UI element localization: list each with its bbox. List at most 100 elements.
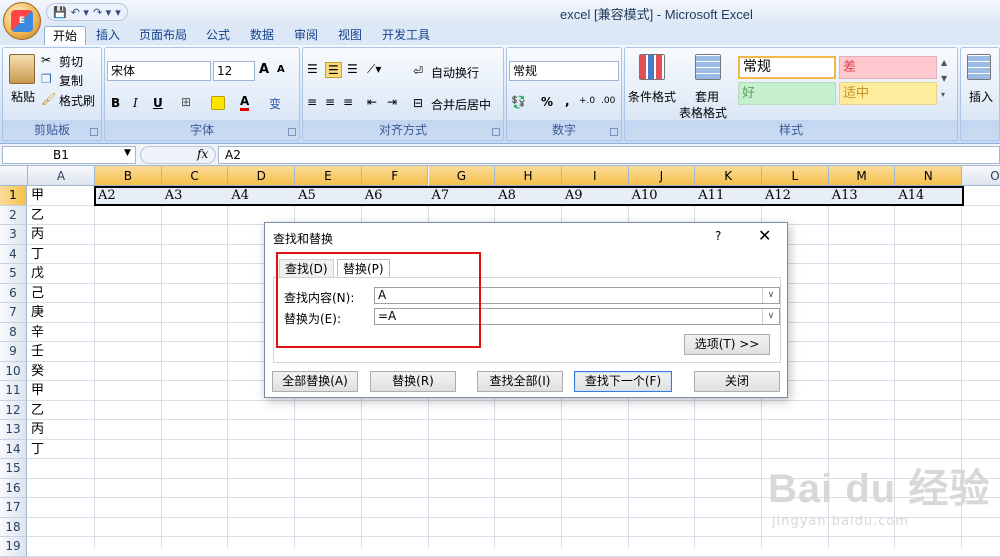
cell-N1[interactable]: A14 <box>895 186 924 205</box>
cell-A10[interactable]: 癸 <box>28 362 44 381</box>
column-header-F[interactable]: F <box>361 166 429 186</box>
dialog-close-button[interactable]: 关闭 <box>694 371 780 392</box>
column-header-N[interactable]: N <box>895 166 963 186</box>
copy-button[interactable]: 复制 <box>59 72 83 89</box>
styles-scroll-up-icon[interactable]: ▲ <box>941 58 947 67</box>
fill-color-icon[interactable] <box>211 96 225 110</box>
paste-icon[interactable] <box>9 54 35 84</box>
styles-more-icon[interactable]: ▾ <box>941 90 945 99</box>
align-center-icon[interactable]: ≡ <box>325 95 335 109</box>
cell-A1[interactable]: 甲 <box>28 186 44 205</box>
bold-button[interactable]: B <box>111 96 120 110</box>
conditional-format-button[interactable]: 条件格式 <box>628 88 676 105</box>
font-launcher-icon[interactable] <box>288 128 296 136</box>
name-box[interactable]: B1 <box>2 146 136 164</box>
tab-developer[interactable]: 开发工具 <box>374 26 438 45</box>
cell-M1[interactable]: A13 <box>829 186 858 205</box>
cell-A6[interactable]: 己 <box>28 284 44 303</box>
row-header-17[interactable]: 17 <box>0 498 27 518</box>
column-header-K[interactable]: K <box>695 166 762 186</box>
column-header-L[interactable]: L <box>762 166 829 186</box>
help-icon[interactable]: ? <box>715 229 721 243</box>
replace-all-button[interactable]: 全部替换(A) <box>272 371 358 392</box>
phonetic-button[interactable]: 变 <box>269 95 281 112</box>
cell-A2[interactable]: 乙 <box>28 206 44 225</box>
alignment-launcher-icon[interactable] <box>492 128 500 136</box>
wrap-text-icon[interactable]: ⏎ <box>413 64 423 78</box>
increase-decimal-button[interactable]: +.0 <box>579 96 595 106</box>
column-header-B[interactable]: B <box>95 166 162 186</box>
row-header-16[interactable]: 16 <box>0 478 27 498</box>
merge-center-icon[interactable]: ⊟ <box>413 96 423 110</box>
comma-button[interactable]: , <box>565 94 570 108</box>
redo-icon[interactable]: ↷ ▾ <box>93 6 111 19</box>
grow-font-button[interactable]: A <box>259 62 269 77</box>
cell-H1[interactable]: A8 <box>495 186 516 205</box>
column-header-H[interactable]: H <box>495 166 562 186</box>
cell-J1[interactable]: A10 <box>629 186 658 205</box>
column-header-I[interactable]: I <box>561 166 629 186</box>
percent-button[interactable]: % <box>541 95 553 109</box>
column-header-C[interactable]: C <box>161 166 229 186</box>
dialog-close-icon[interactable]: ✕ <box>758 226 771 245</box>
format-painter-button[interactable]: 格式刷 <box>59 92 95 109</box>
cell-A9[interactable]: 壬 <box>28 342 44 361</box>
paste-button[interactable]: 粘贴 <box>11 88 35 105</box>
row-header-11[interactable]: 11 <box>0 381 27 401</box>
font-color-button[interactable]: A <box>240 95 250 111</box>
cell-I1[interactable]: A9 <box>562 186 583 205</box>
format-painter-icon[interactable]: 🖌 <box>41 92 56 106</box>
style-bad[interactable]: 差 <box>839 56 937 79</box>
office-button[interactable]: E <box>3 2 41 40</box>
cell-A11[interactable]: 甲 <box>28 381 44 400</box>
align-left-icon[interactable]: ≡ <box>307 95 317 109</box>
replace-button[interactable]: 替换(R) <box>370 371 456 392</box>
cell-A12[interactable]: 乙 <box>28 401 44 420</box>
style-good[interactable]: 好 <box>738 82 836 105</box>
row-header-10[interactable]: 10 <box>0 361 27 381</box>
number-launcher-icon[interactable] <box>610 128 618 136</box>
column-header-M[interactable]: M <box>828 166 896 186</box>
border-icon[interactable]: ⊞ <box>181 95 191 109</box>
align-bottom-icon[interactable]: ☰ <box>347 62 358 76</box>
decrease-indent-icon[interactable]: ⇤ <box>367 95 377 109</box>
row-header-1[interactable]: 1 <box>0 186 27 206</box>
number-format-select[interactable]: 常规 <box>509 61 619 81</box>
cell-C1[interactable]: A3 <box>162 186 183 205</box>
cell-A14[interactable]: 丁 <box>28 440 44 459</box>
cell-K1[interactable]: A11 <box>695 186 724 205</box>
row-header-14[interactable]: 14 <box>0 439 27 459</box>
row-header-19[interactable]: 19 <box>0 537 27 557</box>
tab-data[interactable]: 数据 <box>242 26 282 45</box>
formula-input[interactable]: A2 <box>218 146 1000 164</box>
save-icon[interactable]: 💾 <box>53 6 67 19</box>
underline-button[interactable]: U <box>153 96 163 110</box>
row-header-13[interactable]: 13 <box>0 420 27 440</box>
cell-A8[interactable]: 辛 <box>28 323 44 342</box>
wrap-text-button[interactable]: 自动换行 <box>431 64 479 81</box>
row-header-6[interactable]: 6 <box>0 283 27 303</box>
format-as-table-icon[interactable] <box>695 54 721 80</box>
cell-A3[interactable]: 丙 <box>28 225 44 244</box>
select-all-corner[interactable] <box>0 166 28 186</box>
column-header-O[interactable]: O <box>962 166 1000 186</box>
row-header-15[interactable]: 15 <box>0 459 27 479</box>
find-what-dropdown-icon[interactable]: ∨ <box>762 288 779 303</box>
find-next-button[interactable]: 查找下一个(F) <box>574 371 672 392</box>
font-name-select[interactable]: 宋体 <box>107 61 211 81</box>
align-top-icon[interactable]: ☰ <box>307 62 318 76</box>
font-size-select[interactable]: 12 <box>213 61 255 81</box>
copy-icon[interactable]: ❐ <box>41 72 52 86</box>
tab-formulas[interactable]: 公式 <box>198 26 238 45</box>
decrease-decimal-button[interactable]: .00 <box>601 96 615 106</box>
insert-cells-button[interactable]: 插入 <box>969 88 993 105</box>
conditional-format-icon[interactable] <box>639 54 665 80</box>
undo-icon[interactable]: ↶ ▾ <box>71 6 89 19</box>
cut-button[interactable]: 剪切 <box>59 53 83 70</box>
column-header-G[interactable]: G <box>428 166 496 186</box>
tab-insert[interactable]: 插入 <box>88 26 128 45</box>
cell-A7[interactable]: 庚 <box>28 303 44 322</box>
tab-page-layout[interactable]: 页面布局 <box>131 26 195 45</box>
cell-A4[interactable]: 丁 <box>28 245 44 264</box>
name-box-dropdown-icon[interactable]: ▼ <box>124 148 131 158</box>
